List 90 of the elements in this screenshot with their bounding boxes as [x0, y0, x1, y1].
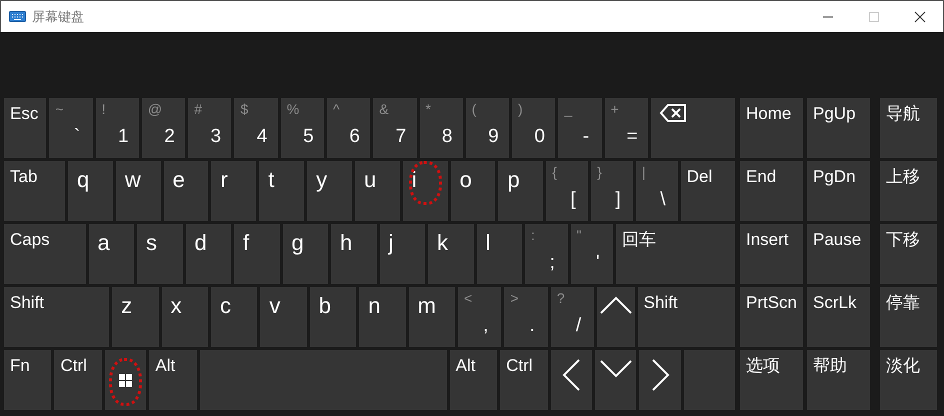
right-arrow-key[interactable] [639, 350, 681, 410]
key[interactable]: 帮助 [807, 350, 870, 410]
key[interactable]: Tab [4, 161, 65, 221]
key[interactable]: _ - [558, 98, 602, 158]
key[interactable]: t [259, 161, 304, 221]
key[interactable]: a [88, 224, 134, 284]
close-icon [914, 10, 926, 22]
key[interactable]: 上移 [880, 161, 937, 221]
key[interactable]: j [380, 224, 426, 284]
key[interactable]: e [164, 161, 208, 221]
key[interactable]: } ] [591, 161, 633, 221]
key[interactable]: PgDn [807, 161, 870, 221]
key[interactable]: v [260, 287, 307, 347]
key[interactable]: l [476, 224, 522, 284]
key[interactable]: Fn [4, 350, 52, 410]
key[interactable]: Alt [149, 350, 197, 410]
backspace-icon [658, 103, 687, 123]
windows-logo-icon [119, 374, 132, 386]
key[interactable]: b [310, 287, 356, 347]
key[interactable]: ( 9 [466, 98, 510, 158]
key[interactable]: Alt [450, 350, 498, 410]
key[interactable]: 选项 [740, 350, 803, 410]
key[interactable]: ~ ` [49, 98, 93, 158]
key[interactable]: g [282, 224, 328, 284]
key[interactable]: * 8 [420, 98, 463, 158]
key[interactable]: Ctrl [54, 350, 102, 410]
key[interactable]: + = [604, 98, 648, 158]
key[interactable]: y [307, 161, 352, 221]
key[interactable]: Caps [4, 224, 86, 284]
key[interactable]: & 7 [373, 98, 417, 158]
key[interactable]: 下移 [880, 224, 937, 284]
key[interactable]: Del [680, 161, 736, 221]
key[interactable]: w [116, 161, 161, 221]
key[interactable]: < , [458, 287, 502, 347]
window-title: 屏幕键盘 [32, 8, 85, 26]
key[interactable]: r [211, 161, 256, 221]
key[interactable]: @ 2 [142, 98, 186, 158]
key[interactable]: Insert [740, 224, 803, 284]
up-chevron-icon [598, 295, 633, 316]
key[interactable]: z [112, 287, 159, 347]
key[interactable]: | \ [636, 161, 678, 221]
key[interactable]: h [331, 224, 377, 284]
backspace-key[interactable] [650, 98, 736, 158]
key[interactable]: ? / [550, 287, 594, 347]
key[interactable]: Ctrl [500, 350, 548, 410]
down-arrow-key[interactable] [594, 350, 636, 410]
key[interactable]: s [137, 224, 183, 284]
down-chevron-icon [598, 358, 633, 379]
key[interactable]: o [450, 161, 496, 221]
key[interactable]: PrtScn [740, 287, 803, 347]
keyboard-icon [9, 11, 26, 22]
key[interactable]: > . [504, 287, 548, 347]
key[interactable]: ScrLk [807, 287, 870, 347]
key[interactable]: ^ 6 [326, 98, 370, 158]
key[interactable]: ! 1 [96, 98, 139, 158]
key[interactable]: m [408, 287, 456, 347]
key[interactable]: f [234, 224, 280, 284]
key[interactable]: PgUp [807, 98, 870, 158]
maximize-icon [868, 10, 880, 22]
key[interactable]: i [402, 161, 448, 221]
key[interactable]: 停靠 [880, 287, 937, 347]
key[interactable]: 导航 [880, 98, 937, 158]
key[interactable]: Home [740, 98, 803, 158]
left-arrow-key[interactable] [550, 350, 592, 410]
key[interactable]: u [354, 161, 400, 221]
left-chevron-icon [560, 358, 582, 392]
key[interactable]: x [162, 287, 208, 347]
right-chevron-icon [650, 358, 671, 392]
windows-key[interactable] [104, 350, 146, 410]
key[interactable]: 淡化 [880, 350, 937, 410]
key[interactable]: d [186, 224, 232, 284]
key[interactable]: Esc [4, 98, 46, 158]
key[interactable]: n [359, 287, 406, 347]
key[interactable]: c [210, 287, 258, 347]
key[interactable]: { [ [546, 161, 588, 221]
key[interactable]: Shift [4, 287, 110, 347]
key[interactable]: p [498, 161, 544, 221]
key[interactable]: ) 0 [512, 98, 556, 158]
key[interactable]: End [740, 161, 803, 221]
key[interactable]: " ' [570, 224, 614, 284]
key[interactable]: k [428, 224, 474, 284]
key[interactable]: 回车 [616, 224, 735, 284]
key[interactable]: $ 4 [234, 98, 278, 158]
key[interactable]: q [68, 161, 113, 221]
key[interactable]: # 3 [188, 98, 232, 158]
key[interactable]: Shift [638, 287, 735, 347]
key[interactable]: % 5 [280, 98, 324, 158]
up-arrow-key[interactable] [597, 287, 635, 347]
key[interactable]: Pause [807, 224, 870, 284]
key[interactable]: : ; [525, 224, 568, 284]
